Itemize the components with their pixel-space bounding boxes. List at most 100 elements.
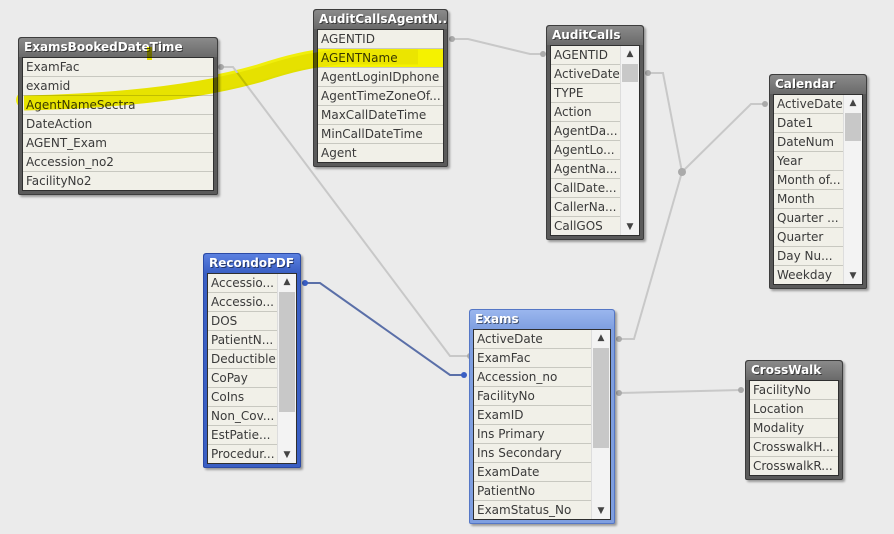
- field-row[interactable]: CallGOS: [551, 217, 620, 235]
- scroll-thumb[interactable]: [845, 113, 861, 141]
- field-row[interactable]: Accession_no: [474, 368, 591, 387]
- table-title[interactable]: Exams: [470, 310, 614, 329]
- field-row[interactable]: ActiveDate: [774, 95, 843, 114]
- field-row[interactable]: CrosswalkR...: [750, 457, 838, 475]
- field-row[interactable]: Date1: [774, 114, 843, 133]
- link-node: [218, 64, 224, 70]
- field-row[interactable]: Procedur...: [208, 445, 277, 463]
- scroll-up-icon[interactable]: ▲: [278, 274, 296, 290]
- field-row[interactable]: CallerNa...: [551, 198, 620, 217]
- field-row[interactable]: Accessio...: [208, 274, 277, 293]
- field-row[interactable]: Non_Cov...: [208, 407, 277, 426]
- field-row[interactable]: CoIns: [208, 388, 277, 407]
- scroll-thumb[interactable]: [622, 64, 638, 82]
- field-row[interactable]: AgentDa...: [551, 122, 620, 141]
- table-exams-booked-date-time[interactable]: ExamsBookedDateTime ExamFac examid Agent…: [18, 37, 218, 195]
- link-activedate-auditcalls: [648, 72, 683, 173]
- link-node: [461, 372, 467, 378]
- field-row[interactable]: EstPatie...: [208, 426, 277, 445]
- field-row-highlighted[interactable]: AgentNameSectra: [23, 96, 213, 115]
- field-row[interactable]: Accession_no2: [23, 153, 213, 172]
- field-row[interactable]: Month: [774, 190, 843, 209]
- field-row[interactable]: Ins Primary: [474, 425, 591, 444]
- link-node: [616, 390, 622, 396]
- link-node: [762, 101, 768, 107]
- field-row[interactable]: FacilityNo2: [23, 172, 213, 190]
- field-row[interactable]: ActiveDate: [474, 330, 591, 349]
- field-row[interactable]: FacilityNo: [750, 381, 838, 400]
- field-row[interactable]: DateAction: [23, 115, 213, 134]
- field-row[interactable]: Ins Secondary: [474, 444, 591, 463]
- table-title[interactable]: ExamsBookedDateTime: [19, 38, 217, 57]
- field-row[interactable]: AgentLoginIDphone: [318, 68, 443, 87]
- table-title[interactable]: RecondoPDF: [204, 254, 300, 273]
- table-title[interactable]: Calendar: [770, 75, 866, 94]
- table-title[interactable]: AuditCallsAgentN...: [314, 10, 447, 29]
- table-audit-calls[interactable]: AuditCalls AGENTID ActiveDate TYPE Actio…: [546, 25, 644, 240]
- field-row[interactable]: Year: [774, 152, 843, 171]
- field-row[interactable]: Weekday: [774, 266, 843, 284]
- table-title[interactable]: CrossWalk: [746, 361, 842, 380]
- link-node: [449, 36, 455, 42]
- field-row[interactable]: Day Nu...: [774, 247, 843, 266]
- field-row[interactable]: Agent: [318, 144, 443, 162]
- field-row[interactable]: AGENT_Exam: [23, 134, 213, 153]
- field-row[interactable]: DateNum: [774, 133, 843, 152]
- scroll-down-icon[interactable]: ▼: [844, 268, 862, 284]
- field-row[interactable]: AgentTimeZoneOf...: [318, 87, 443, 106]
- field-row[interactable]: AGENTID: [318, 30, 443, 49]
- field-row[interactable]: Location: [750, 400, 838, 419]
- table-audit-calls-agent[interactable]: AuditCallsAgentN... AGENTID AGENTName Ag…: [313, 9, 448, 167]
- scroll-thumb[interactable]: [593, 348, 609, 448]
- field-row[interactable]: Quarter: [774, 228, 843, 247]
- field-row[interactable]: ExamID: [474, 406, 591, 425]
- field-row[interactable]: CoPay: [208, 369, 277, 388]
- scrollbar[interactable]: ▲ ▼: [620, 46, 639, 235]
- table-crosswalk[interactable]: CrossWalk FacilityNo Location Modality C…: [745, 360, 843, 480]
- link-agentid: [452, 38, 543, 55]
- field-row-highlighted[interactable]: AGENTName: [318, 49, 443, 68]
- scroll-down-icon[interactable]: ▼: [621, 219, 639, 235]
- link-node: [302, 280, 308, 286]
- field-row[interactable]: CrosswalkH...: [750, 438, 838, 457]
- field-row[interactable]: PatientN...: [208, 331, 277, 350]
- table-calendar[interactable]: Calendar ActiveDate Date1 DateNum Year M…: [769, 74, 867, 289]
- field-row[interactable]: DOS: [208, 312, 277, 331]
- field-row[interactable]: TYPE: [551, 84, 620, 103]
- field-row[interactable]: CallDate...: [551, 179, 620, 198]
- field-row[interactable]: Action: [551, 103, 620, 122]
- field-row[interactable]: ExamFac: [474, 349, 591, 368]
- field-row[interactable]: AGENTID: [551, 46, 620, 65]
- field-row[interactable]: ExamStatus_No: [474, 501, 591, 519]
- scroll-up-icon[interactable]: ▲: [844, 95, 862, 111]
- field-row[interactable]: FacilityNo: [474, 387, 591, 406]
- field-row[interactable]: Modality: [750, 419, 838, 438]
- link-hub: [678, 168, 686, 176]
- field-row[interactable]: MinCallDateTime: [318, 125, 443, 144]
- scroll-down-icon[interactable]: ▼: [278, 447, 296, 463]
- field-row[interactable]: Quarter ...: [774, 209, 843, 228]
- scroll-up-icon[interactable]: ▲: [592, 330, 610, 346]
- field-row[interactable]: AgentNa...: [551, 160, 620, 179]
- field-row[interactable]: Month of...: [774, 171, 843, 190]
- scrollbar[interactable]: ▲ ▼: [277, 274, 296, 463]
- field-row[interactable]: MaxCallDateTime: [318, 106, 443, 125]
- field-row[interactable]: Deductible: [208, 350, 277, 369]
- field-row[interactable]: ActiveDate: [551, 65, 620, 84]
- scroll-down-icon[interactable]: ▼: [592, 503, 610, 519]
- scroll-thumb[interactable]: [279, 292, 295, 412]
- table-title[interactable]: AuditCalls: [547, 26, 643, 45]
- field-row[interactable]: examid: [23, 77, 213, 96]
- table-recondo-pdf[interactable]: RecondoPDF Accessio... Accessio... DOS P…: [203, 253, 301, 468]
- scroll-up-icon[interactable]: ▲: [621, 46, 639, 62]
- field-row[interactable]: PatientNo: [474, 482, 591, 501]
- field-row[interactable]: AgentLo...: [551, 141, 620, 160]
- field-row[interactable]: ExamDate: [474, 463, 591, 482]
- scrollbar[interactable]: ▲ ▼: [843, 95, 862, 284]
- link-node: [645, 70, 651, 76]
- table-exams[interactable]: Exams ActiveDate ExamFac Accession_no Fa…: [469, 309, 615, 524]
- scrollbar[interactable]: ▲ ▼: [591, 330, 610, 519]
- field-row[interactable]: Accessio...: [208, 293, 277, 312]
- field-row[interactable]: ExamFac: [23, 58, 213, 77]
- link-facilityno: [618, 389, 742, 394]
